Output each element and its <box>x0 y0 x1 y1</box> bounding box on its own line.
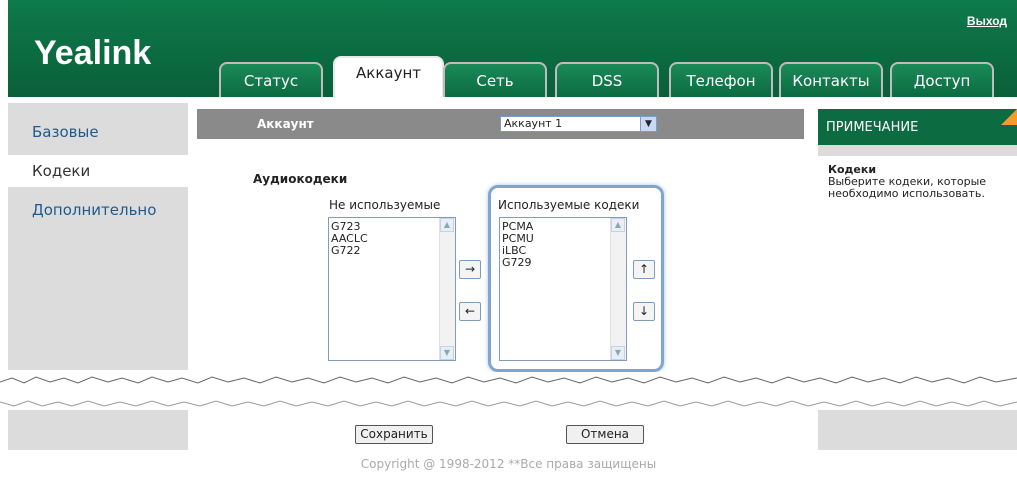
note-panel-bottom <box>818 410 1017 450</box>
account-select-value: Аккаунт 1 <box>504 117 563 130</box>
brand-logo: Yealink <box>34 34 152 72</box>
tab-contacts[interactable]: Контакты <box>779 62 883 97</box>
tab-label: Телефон <box>686 72 756 90</box>
unused-codecs-list[interactable]: G723 AACLC G722 ▲ ▼ <box>328 217 456 361</box>
torn-edge-divider <box>0 372 1017 410</box>
move-left-button[interactable]: ← <box>459 302 481 321</box>
tab-account[interactable]: Аккаунт <box>333 56 444 97</box>
scrollbar[interactable]: ▲ ▼ <box>610 218 626 360</box>
sidebar-item-basic[interactable]: Базовые <box>32 123 99 141</box>
list-item[interactable]: G722 <box>331 245 368 257</box>
tab-network[interactable]: Сеть <box>443 62 547 97</box>
tab-label: Сеть <box>476 72 514 90</box>
chevron-down-icon[interactable]: ▼ <box>640 117 656 131</box>
sidebar-item-advanced[interactable]: Дополнительно <box>32 201 156 219</box>
sidebar-bottom <box>8 410 188 450</box>
note-heading-label: ПРИМЕЧАНИЕ <box>826 120 919 135</box>
move-up-button[interactable]: ↑ <box>633 260 655 279</box>
sidebar: Базовые Кодеки Дополнительно <box>8 103 188 370</box>
move-right-button[interactable]: → <box>459 260 481 279</box>
scroll-up-icon[interactable]: ▲ <box>440 218 454 232</box>
header-bar: Yealink Выход Статус Аккаунт Сеть DSS Те… <box>8 0 1017 97</box>
scroll-up-icon[interactable]: ▲ <box>611 218 625 232</box>
note-body: Кодеки Выберите кодеки, которые необходи… <box>818 156 1017 370</box>
note-panel: ПРИМЕЧАНИЕ Кодеки Выберите кодеки, котор… <box>818 109 1017 370</box>
cancel-button[interactable]: Отмена <box>566 425 644 444</box>
account-bar: Аккаунт Аккаунт 1 ▼ <box>197 109 804 139</box>
save-button[interactable]: Сохранить <box>355 425 433 444</box>
copyright-text: Copyright @ 1998-2012 **Все права защище… <box>360 457 657 471</box>
scrollbar[interactable]: ▲ ▼ <box>439 218 455 360</box>
tab-status[interactable]: Статус <box>219 62 323 97</box>
tab-label: Статус <box>243 72 299 90</box>
tab-dss[interactable]: DSS <box>555 62 659 97</box>
tab-label: Контакты <box>792 72 870 90</box>
scroll-down-icon[interactable]: ▼ <box>440 346 454 360</box>
actions-area <box>197 410 804 450</box>
tab-phone[interactable]: Телефон <box>669 62 773 97</box>
sidebar-item-codecs[interactable]: Кодеки <box>8 155 188 187</box>
account-select[interactable]: Аккаунт 1 ▼ <box>500 116 657 132</box>
tab-label: Доступ <box>913 72 971 90</box>
note-text: Выберите кодеки, которые необходимо испо… <box>828 175 987 200</box>
used-codecs-list[interactable]: PCMA PCMU iLBC G729 ▲ ▼ <box>499 217 627 361</box>
corner-fold-icon <box>1001 109 1017 125</box>
tab-label: Аккаунт <box>356 64 421 82</box>
tab-label: DSS <box>591 72 623 90</box>
account-label: Аккаунт <box>257 117 314 131</box>
logout-link[interactable]: Выход <box>967 14 1007 28</box>
audio-codecs-title: Аудиокодеки <box>253 172 348 186</box>
scroll-down-icon[interactable]: ▼ <box>611 346 625 360</box>
tab-access[interactable]: Доступ <box>890 62 994 97</box>
used-codecs-title: Используемые кодеки <box>498 198 640 212</box>
list-item[interactable]: G729 <box>502 257 534 269</box>
unused-codecs-title: Не используемые <box>329 198 441 212</box>
note-heading: ПРИМЕЧАНИЕ <box>818 109 1017 145</box>
move-down-button[interactable]: ↓ <box>633 302 655 321</box>
